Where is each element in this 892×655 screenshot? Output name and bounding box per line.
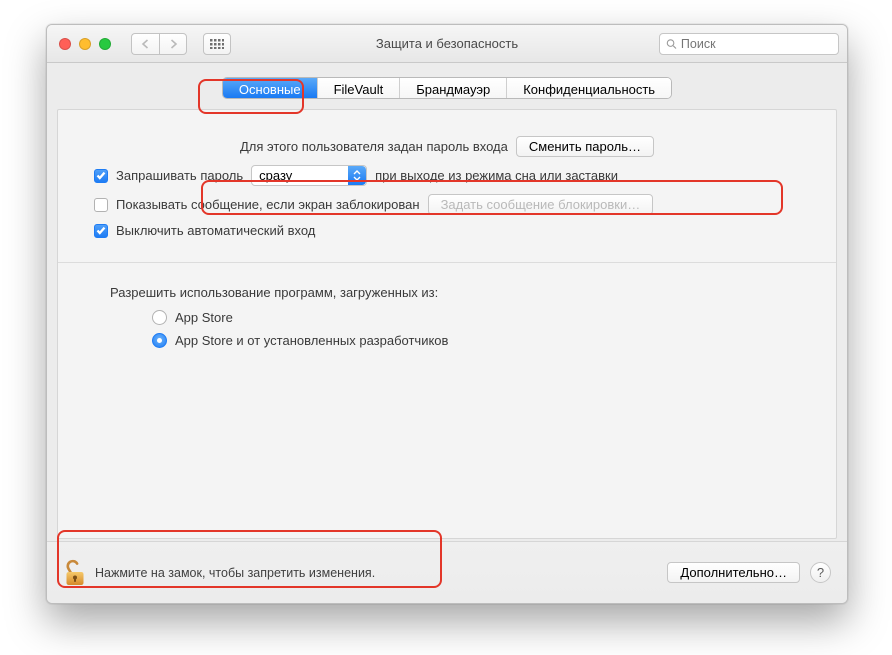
- tab-firewall[interactable]: Брандмауэр: [400, 78, 507, 98]
- check-icon: [96, 226, 106, 235]
- login-password-label: Для этого пользователя задан пароль вход…: [240, 139, 508, 154]
- require-password-label-before: Запрашивать пароль: [116, 168, 243, 183]
- show-lock-message-label: Показывать сообщение, если экран заблоки…: [116, 197, 420, 212]
- allow-apps-app-store-row: App Store: [152, 310, 810, 325]
- window-controls: [55, 38, 111, 50]
- disable-autologin-label: Выключить автоматический вход: [116, 223, 315, 238]
- zoom-window-button[interactable]: [99, 38, 111, 50]
- minimize-window-button[interactable]: [79, 38, 91, 50]
- search-icon: [666, 38, 677, 50]
- allow-apps-identified-label: App Store и от установленных разработчик…: [175, 333, 448, 348]
- grid-icon: [210, 39, 224, 49]
- help-button[interactable]: ?: [810, 562, 831, 583]
- require-password-delay-select[interactable]: сразу: [251, 165, 367, 186]
- change-password-button[interactable]: Сменить пароль…: [516, 136, 654, 157]
- content-area: Основные FileVault Брандмауэр Конфиденци…: [47, 63, 847, 603]
- footer: Нажмите на замок, чтобы запретить измене…: [47, 541, 847, 603]
- require-password-row: Запрашивать пароль сразу при выходе из р…: [94, 165, 810, 186]
- nav-back-forward: [131, 33, 187, 55]
- allow-apps-label: Разрешить использование программ, загруж…: [110, 285, 810, 300]
- unlocked-lock-icon: [64, 559, 86, 587]
- search-field[interactable]: [659, 33, 839, 55]
- allow-apps-identified-radio[interactable]: [152, 333, 167, 348]
- show-lock-message-row: Показывать сообщение, если экран заблоки…: [94, 194, 810, 215]
- search-input[interactable]: [681, 37, 832, 51]
- show-lock-message-checkbox[interactable]: [94, 198, 108, 212]
- allow-apps-app-store-radio[interactable]: [152, 310, 167, 325]
- tab-general[interactable]: Основные: [223, 78, 318, 98]
- back-button[interactable]: [131, 33, 159, 55]
- allow-apps-identified-row: App Store и от установленных разработчик…: [152, 333, 810, 348]
- preferences-window: Защита и безопасность Основные FileVault…: [46, 24, 848, 604]
- require-password-label-after: при выходе из режима сна или заставки: [375, 168, 618, 183]
- forward-button[interactable]: [159, 33, 187, 55]
- select-stepper-icon: [348, 166, 366, 185]
- login-password-row: Для этого пользователя задан пароль вход…: [84, 136, 810, 157]
- tab-bar: Основные FileVault Брандмауэр Конфиденци…: [57, 63, 837, 99]
- disable-autologin-row: Выключить автоматический вход: [94, 223, 810, 238]
- tab-filevault[interactable]: FileVault: [318, 78, 401, 98]
- allow-apps-app-store-label: App Store: [175, 310, 233, 325]
- set-lock-message-button[interactable]: Задать сообщение блокировки…: [428, 194, 654, 215]
- show-all-button[interactable]: [203, 33, 231, 55]
- titlebar: Защита и безопасность: [47, 25, 847, 63]
- general-panel: Для этого пользователя задан пароль вход…: [57, 109, 837, 539]
- close-window-button[interactable]: [59, 38, 71, 50]
- lock-message: Нажмите на замок, чтобы запретить измене…: [95, 566, 375, 580]
- tab-privacy[interactable]: Конфиденциальность: [507, 78, 671, 98]
- disable-autologin-checkbox[interactable]: [94, 224, 108, 238]
- lock-button[interactable]: [63, 559, 87, 587]
- advanced-button[interactable]: Дополнительно…: [667, 562, 800, 583]
- require-password-checkbox[interactable]: [94, 169, 108, 183]
- tab-segment: Основные FileVault Брандмауэр Конфиденци…: [222, 77, 672, 99]
- require-password-delay-value: сразу: [259, 168, 292, 183]
- check-icon: [96, 171, 106, 180]
- divider: [58, 262, 836, 263]
